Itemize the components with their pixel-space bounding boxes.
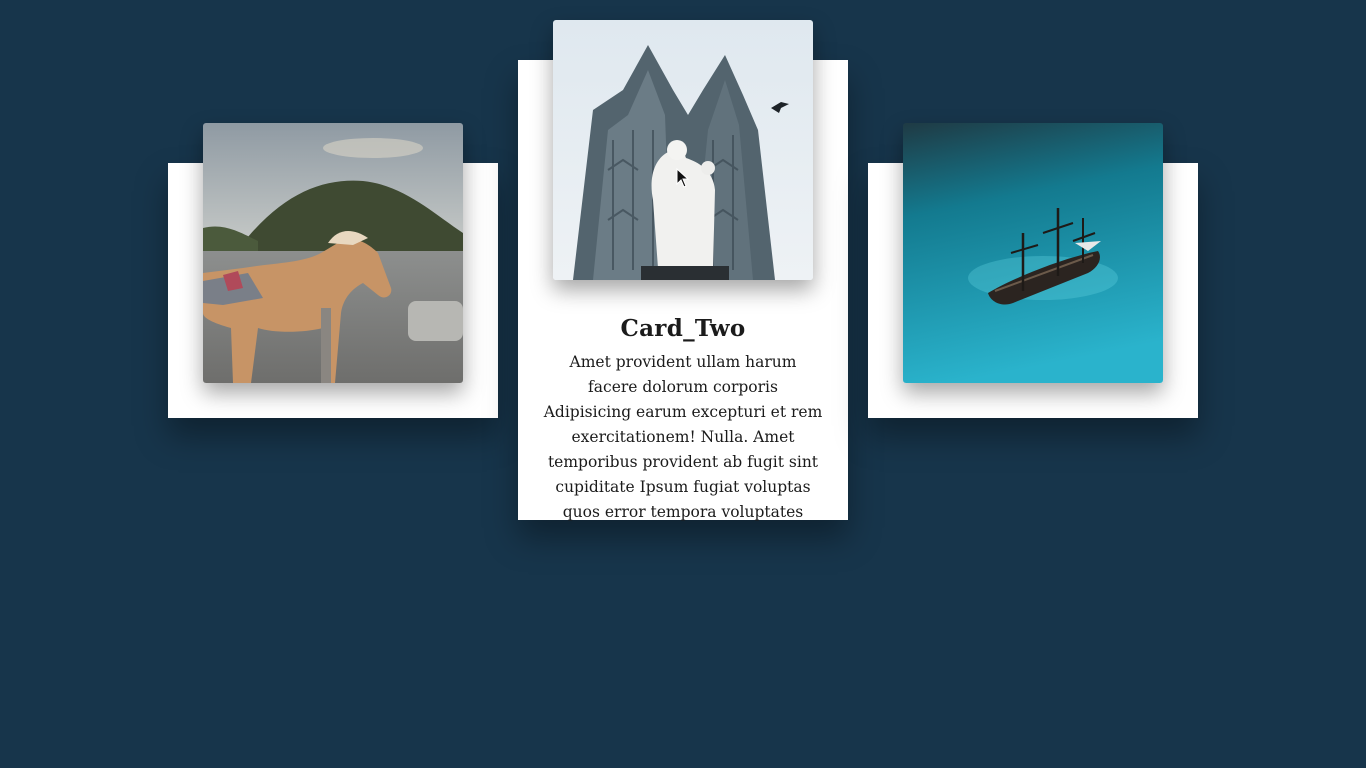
ship-photo-illustration <box>903 123 1163 383</box>
card-two-title: Card_Two <box>620 315 746 342</box>
card-two-text: Amet provident ullam harum facere doloru… <box>543 353 823 521</box>
card-one-image-horse[interactable] <box>203 123 463 383</box>
card-two[interactable]: Card_Two Amet provident ullam harum face… <box>518 20 848 521</box>
card-three[interactable] <box>868 123 1198 418</box>
card-one[interactable] <box>168 123 498 418</box>
card-three-image-ship[interactable] <box>903 123 1163 383</box>
card-two-image-cathedral[interactable] <box>553 20 813 280</box>
cathedral-photo-illustration <box>553 20 813 280</box>
card-gallery: Card_Two Amet provident ullam harum face… <box>0 0 1366 768</box>
card-two-content: Card_Two Amet provident ullam harum face… <box>518 312 848 525</box>
horse-photo-illustration <box>203 123 463 383</box>
